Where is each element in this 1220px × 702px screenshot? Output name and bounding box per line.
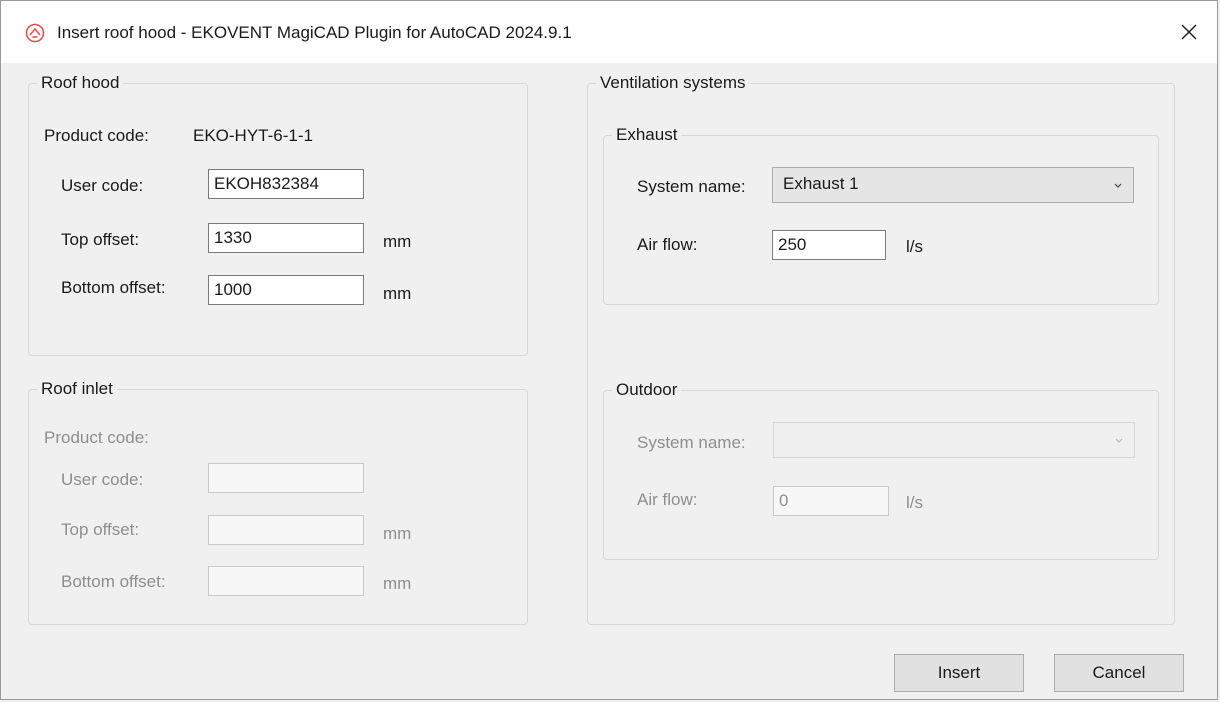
app-logo-icon <box>25 23 45 43</box>
outdoor-group: Outdoor <box>603 379 1159 560</box>
exhaust-air-flow-label: Air flow: <box>637 235 698 254</box>
outdoor-air-flow-unit: l/s <box>906 493 923 512</box>
roof-inlet-legend: Roof inlet <box>37 378 117 400</box>
roof-inlet-bottom-offset-label: Bottom offset: <box>61 572 166 591</box>
exhaust-group: Exhaust <box>603 124 1159 305</box>
outdoor-legend: Outdoor <box>612 379 682 401</box>
close-icon <box>1181 24 1197 40</box>
exhaust-system-name-label: System name: <box>637 177 746 196</box>
chevron-down-icon <box>1114 183 1122 188</box>
insert-button[interactable]: Insert <box>894 654 1024 692</box>
roof-hood-legend: Roof hood <box>37 72 124 94</box>
roof-hood-user-code-input[interactable] <box>208 169 364 199</box>
roof-inlet-bottom-offset-unit: mm <box>383 574 412 593</box>
ventilation-systems-legend: Ventilation systems <box>596 72 750 94</box>
outdoor-system-name-dropdown[interactable] <box>773 422 1135 458</box>
roof-inlet-user-code-label: User code: <box>61 470 144 489</box>
roof-hood-top-offset-input[interactable] <box>208 223 364 253</box>
window-title: Insert roof hood - EKOVENT MagiCAD Plugi… <box>57 23 572 42</box>
roof-hood-user-code-label: User code: <box>61 176 144 195</box>
exhaust-legend: Exhaust <box>612 124 682 146</box>
outdoor-system-name-label: System name: <box>637 433 746 452</box>
roof-inlet-top-offset-input[interactable] <box>208 515 364 545</box>
exhaust-system-name-value: Exhaust 1 <box>783 174 859 193</box>
exhaust-air-flow-unit: l/s <box>906 237 923 256</box>
roof-hood-product-code-label: Product code: <box>44 126 149 145</box>
exhaust-air-flow-input[interactable] <box>772 230 886 260</box>
chevron-down-icon <box>1115 438 1123 443</box>
exhaust-system-name-dropdown[interactable]: Exhaust 1 <box>772 167 1134 203</box>
roof-inlet-user-code-input[interactable] <box>208 463 364 493</box>
roof-inlet-top-offset-label: Top offset: <box>61 520 140 539</box>
roof-hood-bottom-offset-unit: mm <box>383 284 412 303</box>
roof-hood-top-offset-unit: mm <box>383 232 412 251</box>
outdoor-air-flow-input[interactable] <box>773 486 889 516</box>
roof-hood-product-code-value: EKO-HYT-6-1-1 <box>193 126 313 145</box>
roof-hood-bottom-offset-input[interactable] <box>208 275 364 305</box>
dialog-window: Insert roof hood - EKOVENT MagiCAD Plugi… <box>0 0 1218 700</box>
roof-hood-group: Roof hood <box>28 72 528 356</box>
roof-hood-top-offset-label: Top offset: <box>61 230 140 249</box>
roof-inlet-product-code-label: Product code: <box>44 428 149 447</box>
close-button[interactable] <box>1161 1 1217 63</box>
roof-inlet-bottom-offset-input[interactable] <box>208 566 364 596</box>
cancel-button[interactable]: Cancel <box>1054 654 1184 692</box>
outdoor-air-flow-label: Air flow: <box>637 490 698 509</box>
roof-hood-bottom-offset-label: Bottom offset: <box>61 278 166 297</box>
title-bar: Insert roof hood - EKOVENT MagiCAD Plugi… <box>1 1 1217 63</box>
roof-inlet-top-offset-unit: mm <box>383 524 412 543</box>
